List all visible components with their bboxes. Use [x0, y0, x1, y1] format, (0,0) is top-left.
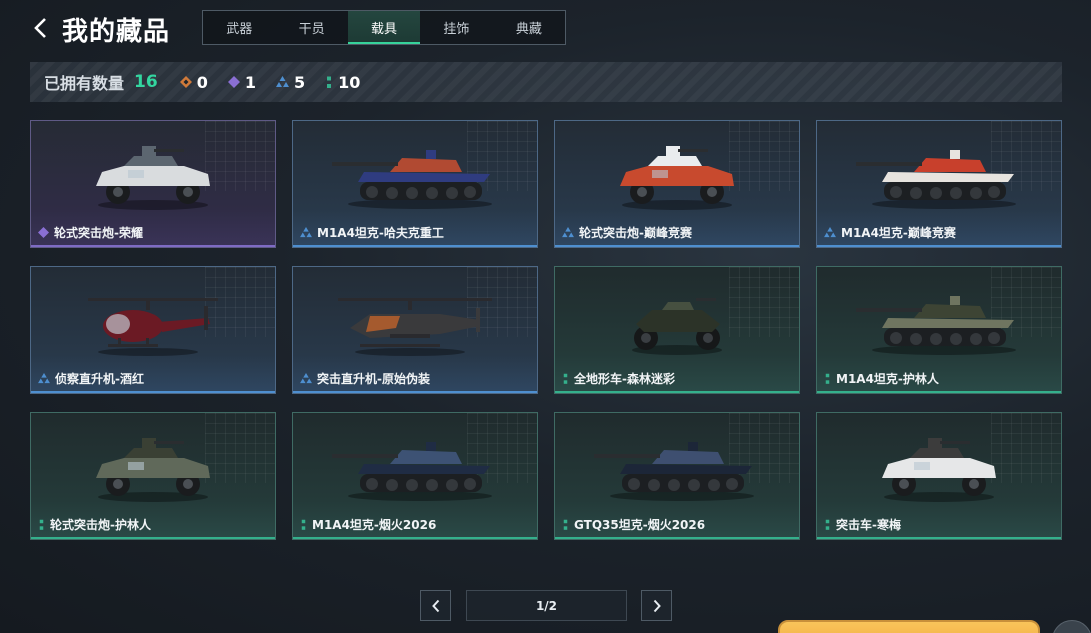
rare-rarity-icon	[824, 227, 836, 238]
vehicle-card[interactable]: M1A4坦克-烟火2026	[292, 412, 538, 540]
legendary-rarity-icon	[179, 76, 192, 88]
vehicle-name: M1A4坦克-护林人	[836, 372, 939, 386]
ownership-stats-bar: 已拥有数量 16 0 1 5 10	[30, 62, 1062, 102]
vehicle-image	[293, 421, 537, 517]
vehicle-name: M1A4坦克-巅峰竞赛	[841, 226, 956, 240]
vehicle-image	[555, 421, 799, 517]
vehicle-card-label: 轮式突击炮-巅峰竞赛	[562, 224, 692, 241]
vehicle-name: 全地形车-森林迷彩	[574, 372, 675, 386]
page-title: 我的藏品	[62, 17, 171, 47]
epic-rarity-icon	[38, 227, 49, 238]
common-rarity-icon	[824, 373, 831, 385]
vehicle-name: M1A4坦克-哈夫克重工	[317, 226, 444, 240]
vehicle-card-label: M1A4坦克-烟火2026	[300, 516, 436, 533]
tab-operators[interactable]: 干员	[275, 11, 347, 44]
vehicle-name: 突击车-寒梅	[836, 518, 901, 532]
vehicle-card[interactable]: 轮式突击炮-荣耀	[30, 120, 276, 248]
round-action-button[interactable]	[1052, 620, 1091, 633]
chevron-left-icon	[34, 18, 46, 38]
common-count: 10	[325, 73, 360, 92]
vehicle-card[interactable]: 轮式突击炮-巅峰竞赛	[554, 120, 800, 248]
vehicle-name: 侦察直升机-酒红	[55, 372, 144, 386]
vehicle-card[interactable]: 突击直升机-原始伪装	[292, 266, 538, 394]
next-page-button[interactable]	[641, 590, 672, 621]
vehicle-image	[293, 129, 537, 225]
vehicle-image	[293, 275, 537, 371]
vehicle-card-label: 突击车-寒梅	[824, 516, 901, 533]
top-bar: 我的藏品 武器 干员 载具 挂饰 典藏	[0, 0, 1091, 56]
vehicle-card-label: M1A4坦克-巅峰竞赛	[824, 224, 956, 241]
vehicle-image	[31, 129, 275, 225]
vehicle-card-label: M1A4坦克-护林人	[824, 370, 939, 387]
vehicle-card[interactable]: M1A4坦克-护林人	[816, 266, 1062, 394]
vehicle-image	[555, 275, 799, 371]
common-count-value: 10	[338, 72, 361, 92]
vehicle-card-label: 全地形车-森林迷彩	[562, 370, 675, 387]
vehicle-image	[31, 421, 275, 517]
rare-count-value: 5	[293, 72, 306, 92]
vehicle-name: 突击直升机-原始伪装	[317, 372, 430, 386]
tab-weapons[interactable]: 武器	[203, 11, 275, 44]
rare-rarity-icon	[275, 76, 289, 87]
vehicle-name: 轮式突击炮-荣耀	[54, 226, 143, 240]
rare-rarity-icon	[562, 227, 574, 238]
vehicle-name: 轮式突击炮-巅峰竞赛	[579, 226, 692, 240]
vehicle-image	[817, 421, 1061, 517]
vehicle-image	[555, 129, 799, 225]
vehicle-card-label: GTQ35坦克-烟火2026	[562, 516, 705, 533]
vehicle-card-label: 轮式突击炮-护林人	[38, 516, 151, 533]
vehicle-card[interactable]: GTQ35坦克-烟火2026	[554, 412, 800, 540]
page-indicator: 1/2	[466, 590, 627, 621]
vehicle-image	[31, 275, 275, 371]
category-tabs: 武器 干员 载具 挂饰 典藏	[202, 10, 566, 45]
rare-rarity-icon	[300, 227, 312, 238]
vehicle-name: 轮式突击炮-护林人	[50, 518, 151, 532]
vehicle-grid: 轮式突击炮-荣耀 M1A4坦克-哈夫克重工 轮式突击炮-巅峰竞赛 M1A4坦克-…	[30, 120, 1062, 540]
vehicle-image	[817, 129, 1061, 225]
common-rarity-icon	[824, 519, 831, 531]
vehicle-card[interactable]: M1A4坦克-哈夫克重工	[292, 120, 538, 248]
back-button[interactable]	[28, 12, 54, 44]
common-rarity-icon	[38, 519, 45, 531]
rare-rarity-icon	[300, 373, 312, 384]
common-rarity-icon	[300, 519, 307, 531]
vehicle-card-label: M1A4坦克-哈夫克重工	[300, 224, 444, 241]
legendary-count-value: 0	[196, 72, 208, 92]
vehicle-name: M1A4坦克-烟火2026	[312, 518, 437, 532]
chevron-right-icon	[653, 599, 661, 612]
owned-count-total: 16	[134, 72, 158, 92]
common-rarity-icon	[562, 373, 569, 385]
epic-rarity-icon	[227, 76, 240, 88]
vehicle-name: GTQ35坦克-烟火2026	[574, 518, 706, 532]
vehicle-card-label: 轮式突击炮-荣耀	[38, 224, 143, 241]
epic-count-value: 1	[244, 72, 256, 92]
primary-action-button[interactable]	[778, 620, 1040, 633]
rare-rarity-icon	[38, 373, 50, 384]
common-rarity-icon	[562, 519, 569, 531]
vehicle-card[interactable]: 轮式突击炮-护林人	[30, 412, 276, 540]
tab-collection[interactable]: 典藏	[493, 11, 565, 44]
vehicle-card-label: 侦察直升机-酒红	[38, 370, 144, 387]
vehicle-card[interactable]: M1A4坦克-巅峰竞赛	[816, 120, 1062, 248]
pagination: 1/2	[420, 590, 672, 622]
epic-count: 1	[227, 72, 256, 92]
vehicle-card[interactable]: 全地形车-森林迷彩	[554, 266, 800, 394]
vehicle-image	[817, 275, 1061, 371]
vehicle-card[interactable]: 突击车-寒梅	[816, 412, 1062, 540]
common-rarity-icon	[327, 76, 332, 88]
legendary-count: 0	[179, 72, 208, 92]
vehicle-card[interactable]: 侦察直升机-酒红	[30, 266, 276, 394]
chevron-left-icon	[431, 599, 439, 612]
vehicle-card-label: 突击直升机-原始伪装	[300, 370, 430, 387]
owned-count-label: 已拥有数量	[44, 74, 125, 93]
tab-vehicles[interactable]: 载具	[347, 11, 421, 44]
tab-charms[interactable]: 挂饰	[420, 11, 492, 44]
prev-page-button[interactable]	[420, 590, 451, 621]
rare-count: 5	[275, 72, 306, 92]
